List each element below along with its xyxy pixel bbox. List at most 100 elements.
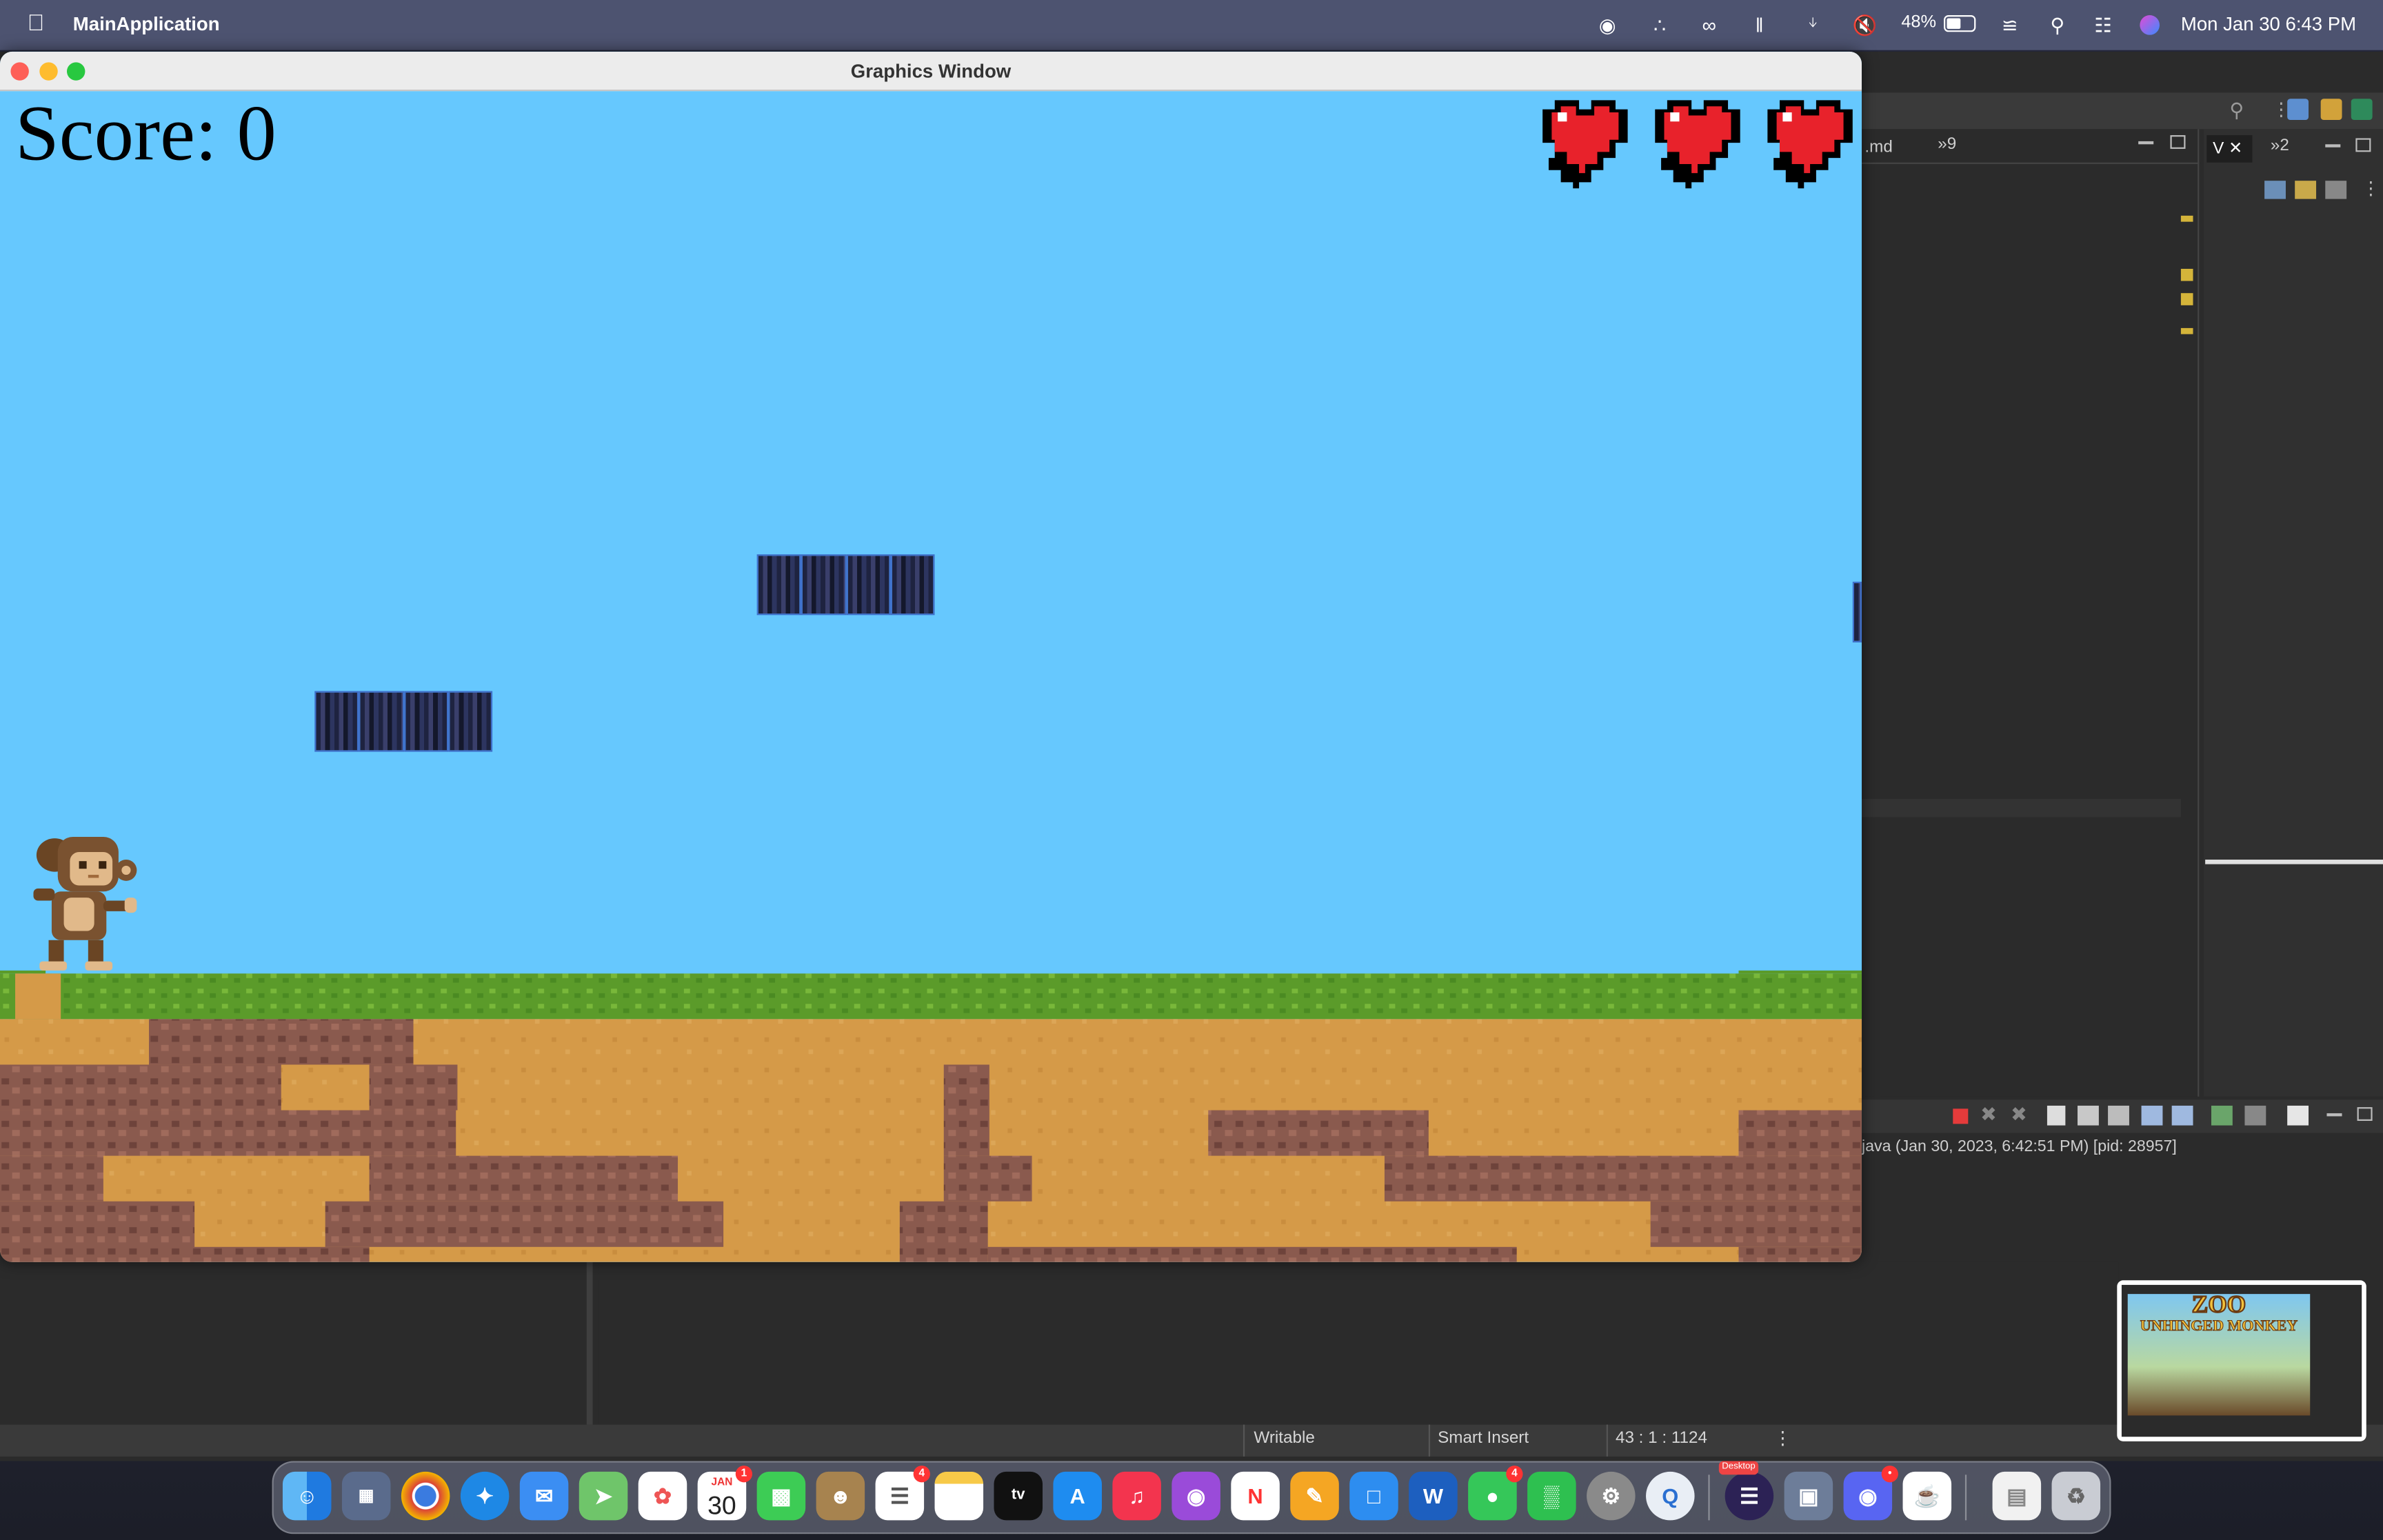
numbers-icon[interactable]: ▒ bbox=[1527, 1471, 1576, 1521]
close-button[interactable] bbox=[10, 62, 29, 81]
perspective-icon[interactable] bbox=[2287, 99, 2309, 121]
overview-marker[interactable] bbox=[2180, 268, 2193, 281]
minimize-icon[interactable] bbox=[2325, 144, 2341, 148]
keynote-icon[interactable]: □ bbox=[1349, 1471, 1398, 1521]
preview-icon[interactable]: ▣ bbox=[1784, 1471, 1833, 1521]
view-menu-icon[interactable]: ⋮ bbox=[2362, 178, 2380, 199]
debug-perspective-icon[interactable] bbox=[2320, 99, 2342, 121]
mute-icon[interactable]: 🔇 bbox=[1853, 12, 1878, 38]
trash-icon[interactable]: ♻ bbox=[2051, 1471, 2101, 1521]
facetime-icon[interactable]: ▩ bbox=[756, 1471, 806, 1521]
view-action-icon[interactable] bbox=[2264, 181, 2286, 199]
remove-all-icon[interactable]: ✖ bbox=[2011, 1103, 2027, 1127]
maximize-icon[interactable] bbox=[2357, 1107, 2373, 1121]
outline-pane bbox=[0, 1262, 593, 1425]
maximize-icon[interactable] bbox=[2170, 135, 2186, 149]
music-icon[interactable]: ♫ bbox=[1112, 1471, 1161, 1521]
reminders-icon[interactable]: ☰ 4 bbox=[875, 1466, 930, 1521]
java-launcher-icon[interactable]: ☕ bbox=[1902, 1471, 1952, 1521]
terminate-icon[interactable] bbox=[1953, 1108, 1969, 1124]
calendar-icon[interactable]: JAN 30 1 bbox=[697, 1466, 753, 1521]
overview-marker[interactable] bbox=[2180, 215, 2193, 222]
window-title: Graphics Window bbox=[850, 61, 1012, 82]
monkey-player-sprite bbox=[33, 836, 137, 971]
overview-marker[interactable] bbox=[2180, 327, 2193, 334]
overview-marker[interactable] bbox=[2180, 293, 2193, 305]
lives-hearts bbox=[1542, 100, 1853, 189]
app-menu-name[interactable]: MainApplication bbox=[73, 14, 220, 35]
view-splitter[interactable] bbox=[2205, 860, 2383, 864]
system-settings-icon[interactable]: ⚙ bbox=[1587, 1471, 1636, 1521]
screenshot-thumbnail[interactable]: ZOO UNHINGED MONKEY bbox=[2117, 1280, 2366, 1441]
apple-tv-icon[interactable]: tv bbox=[994, 1471, 1043, 1521]
pin-console-icon[interactable] bbox=[2141, 1105, 2163, 1126]
heart-icon bbox=[1655, 100, 1740, 189]
menubar-clock[interactable]: Mon Jan 30 6:43 PM bbox=[2181, 14, 2356, 35]
maps-icon[interactable]: ➤ bbox=[579, 1471, 628, 1521]
window-title-bar[interactable]: Graphics Window bbox=[0, 51, 1862, 92]
screen-record-icon[interactable]: ◉ bbox=[1599, 12, 1616, 38]
mail-icon[interactable]: ✉ bbox=[519, 1471, 569, 1521]
glasses-icon[interactable]: ∞ bbox=[1702, 12, 1716, 38]
discord-icon[interactable]: ◉ • bbox=[1843, 1466, 1898, 1521]
contacts-icon[interactable]: ☻ bbox=[816, 1471, 865, 1521]
horizontal-scrollbar[interactable] bbox=[1862, 798, 2181, 818]
stone-block bbox=[756, 554, 802, 616]
document-icon[interactable]: ▤ bbox=[1992, 1471, 2042, 1521]
wifi-icon[interactable]: ≌ bbox=[2002, 12, 2018, 38]
view-tab-active[interactable]: V ✕ bbox=[2206, 135, 2253, 163]
editor-tab-overflow[interactable]: »9 bbox=[1938, 135, 1956, 153]
heart-icon bbox=[1542, 100, 1628, 189]
messages-icon[interactable]: ● 4 bbox=[1468, 1466, 1523, 1521]
photos-icon[interactable]: ✿ bbox=[638, 1471, 687, 1521]
dock-divider bbox=[1708, 1475, 1710, 1521]
open-console-icon[interactable] bbox=[2211, 1105, 2233, 1126]
maximize-icon[interactable] bbox=[2355, 138, 2371, 152]
zoom-button[interactable] bbox=[66, 62, 86, 81]
quicktime-icon[interactable]: Q bbox=[1646, 1471, 1695, 1521]
news-icon[interactable]: N bbox=[1231, 1471, 1280, 1521]
pages-icon[interactable]: ✎ bbox=[1290, 1471, 1339, 1521]
collapse-icon[interactable] bbox=[2325, 181, 2347, 199]
console-view-icon[interactable] bbox=[2244, 1105, 2266, 1126]
search-icon[interactable]: ⚲ bbox=[2229, 99, 2244, 123]
ide-toolbar: ⚲ ⋮ bbox=[1862, 92, 2383, 130]
app-store-icon[interactable]: A bbox=[1053, 1471, 1102, 1521]
menu-bar:  MainApplication ◉ ∴ ∞ ‖ ᛎ 🔇 48% ≌ ⚲ ☷ … bbox=[0, 0, 2383, 50]
tools-icon[interactable]: ‖ bbox=[1756, 12, 1764, 38]
chrome-icon[interactable] bbox=[401, 1471, 450, 1521]
battery-icon[interactable] bbox=[1944, 15, 1976, 32]
bottom-pane bbox=[599, 1262, 2119, 1425]
copy-icon[interactable] bbox=[2047, 1105, 2066, 1126]
launchpad-icon[interactable]: ▦ bbox=[341, 1471, 391, 1521]
notes-icon[interactable] bbox=[934, 1471, 984, 1521]
word-wrap-icon[interactable] bbox=[2108, 1105, 2129, 1126]
thumbnail-game-preview: ZOO UNHINGED MONKEY bbox=[2127, 1293, 2311, 1416]
status-menu-icon[interactable]: ⋮ bbox=[1773, 1428, 1791, 1449]
safari-icon[interactable]: ✦ bbox=[460, 1471, 510, 1521]
editor-tab-md[interactable]: .md bbox=[1864, 138, 1892, 156]
minimize-icon[interactable] bbox=[2326, 1113, 2342, 1117]
display-console-icon[interactable] bbox=[2171, 1105, 2193, 1126]
view-tab-overflow[interactable]: »2 bbox=[2271, 136, 2289, 154]
eclipse-icon[interactable]: ☰ Desktop bbox=[1718, 1461, 1774, 1521]
battery-percent: 48% bbox=[1901, 13, 1937, 32]
weather-icon[interactable]: ∴ bbox=[1653, 12, 1666, 38]
insert-mode-status[interactable]: Smart Insert bbox=[1438, 1429, 1529, 1447]
java-perspective-icon[interactable] bbox=[2351, 99, 2373, 121]
remove-launch-icon[interactable]: ✖ bbox=[1980, 1103, 1997, 1127]
finder-icon[interactable]: ☺ bbox=[282, 1471, 332, 1521]
stone-block bbox=[314, 691, 359, 752]
minimize-button[interactable] bbox=[39, 62, 58, 81]
siri-icon[interactable] bbox=[2140, 15, 2160, 35]
new-console-icon[interactable] bbox=[2287, 1105, 2309, 1126]
minimize-icon[interactable] bbox=[2138, 141, 2154, 145]
podcasts-icon[interactable]: ◉ bbox=[1172, 1471, 1220, 1521]
bluetooth-icon[interactable]: ᛎ bbox=[1807, 12, 1819, 38]
link-editor-icon[interactable] bbox=[2295, 181, 2317, 199]
word-icon[interactable]: W bbox=[1409, 1471, 1458, 1521]
apple-icon[interactable]:  bbox=[28, 10, 45, 36]
spotlight-search-icon[interactable]: ⚲ bbox=[2050, 12, 2064, 38]
scroll-lock-icon[interactable] bbox=[2078, 1105, 2099, 1126]
control-center-icon[interactable]: ☷ bbox=[2094, 12, 2112, 38]
